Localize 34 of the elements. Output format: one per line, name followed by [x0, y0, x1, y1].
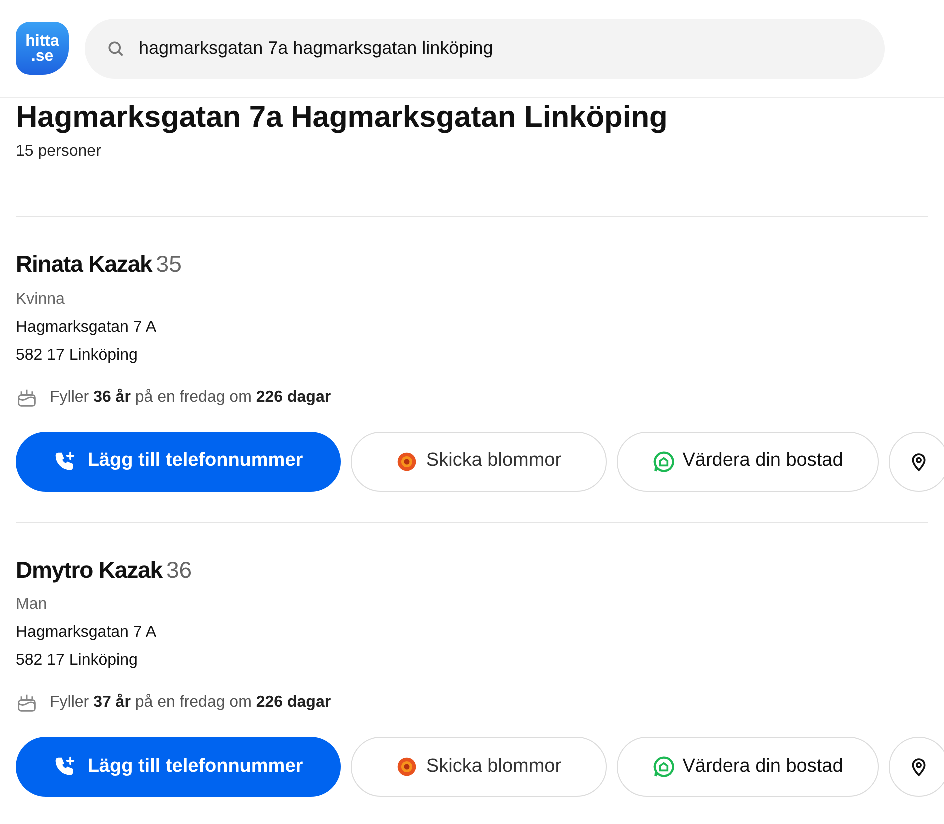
flower-icon	[396, 756, 418, 778]
house-icon	[652, 450, 675, 472]
gender-text: Man	[16, 595, 48, 615]
home-valuation-button[interactable]: Värdera din bostad	[617, 432, 879, 492]
cake-icon	[16, 693, 38, 713]
postal-city: 582 17 Linköping	[16, 651, 139, 671]
street-address: Hagmarksgatan 7 A	[16, 318, 158, 338]
postal-city: 582 17 Linköping	[16, 346, 139, 366]
send-flowers-button[interactable]: Skicka blommor	[351, 432, 607, 492]
add-phone-button[interactable]: Lägg till telefonnummer	[16, 737, 341, 797]
phone-plus-icon	[54, 756, 76, 778]
person-name[interactable]: Dmytro Kazak	[16, 552, 162, 587]
street-address: Hagmarksgatan 7 A	[16, 623, 158, 643]
logo-domain: .se	[31, 48, 54, 64]
add-phone-button[interactable]: Lägg till telefonnummer	[16, 432, 341, 492]
house-icon	[652, 756, 675, 778]
search-field[interactable]: hagmarksgatan 7a hagmarksgatan linköping	[85, 18, 885, 78]
person-age: 35	[156, 250, 182, 279]
birthday-text: Fyller 36 år på en fredag om 226 dagar	[50, 388, 332, 408]
gender-text: Kvinna	[16, 290, 66, 310]
birthday-text: Fyller 37 år på en fredag om 226 dagar	[50, 692, 332, 713]
map-button[interactable]	[889, 737, 944, 797]
person-age: 36	[166, 556, 192, 584]
page-heading: Hagmarksgatan 7a Hagmarksgatan Linköping	[16, 100, 669, 136]
flower-icon	[396, 450, 418, 472]
cake-icon	[16, 388, 38, 408]
person-name[interactable]: Rinata Kazak	[16, 247, 152, 282]
home-valuation-button[interactable]: Värdera din bostad	[617, 737, 879, 797]
search-icon	[107, 40, 125, 58]
send-flowers-button[interactable]: Skicka blommor	[351, 737, 607, 797]
logo[interactable]: hitta .se	[16, 22, 69, 75]
result-count: 15 personer	[16, 142, 102, 162]
phone-plus-icon	[54, 450, 76, 472]
logo-text: hitta	[26, 34, 60, 48]
